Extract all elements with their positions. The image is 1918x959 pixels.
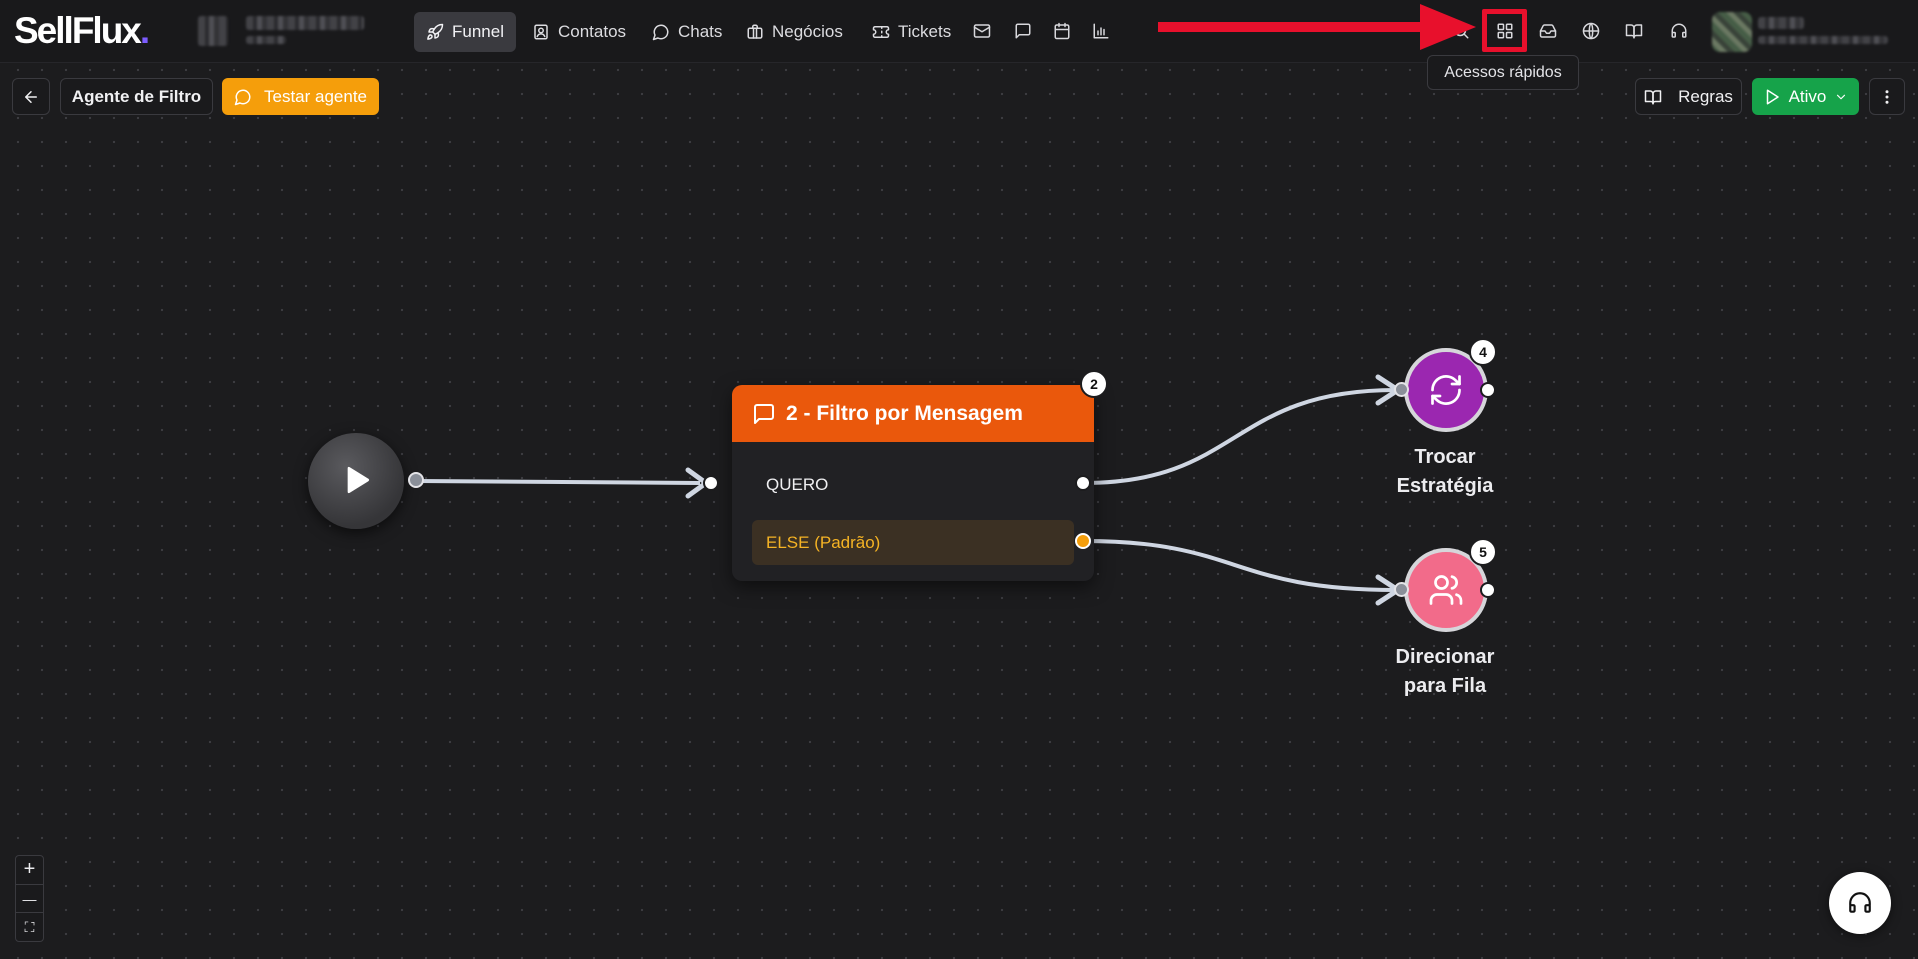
test-agent-label: Testar agente bbox=[263, 86, 367, 106]
change-strategy-label: Trocar Estratégia bbox=[1396, 446, 1494, 497]
route-to-queue-output-handle[interactable] bbox=[1480, 582, 1496, 598]
quero-output-handle[interactable] bbox=[1075, 475, 1091, 491]
globe-icon[interactable] bbox=[1578, 18, 1604, 44]
workspace-selector-blurred[interactable] bbox=[198, 16, 228, 46]
message-square-icon[interactable] bbox=[1010, 18, 1036, 44]
node-step-badge: 5 bbox=[1469, 538, 1497, 566]
filter-option-else[interactable]: ELSE (Padrão) bbox=[752, 520, 1074, 565]
filter-node-input-handle[interactable] bbox=[703, 475, 719, 491]
user-email-blurred bbox=[1758, 36, 1888, 44]
annotation-highlight-box bbox=[1482, 9, 1527, 52]
fit-view-button[interactable]: ⛶ bbox=[16, 913, 43, 941]
nav-chats[interactable]: Chats bbox=[640, 12, 734, 52]
support-chat-button[interactable] bbox=[1829, 872, 1891, 934]
node-step-badge: 2 bbox=[1080, 370, 1108, 398]
else-output-handle[interactable] bbox=[1075, 533, 1091, 549]
status-active-dropdown[interactable]: Ativo bbox=[1752, 78, 1859, 115]
agent-name-button[interactable]: Agente de Filtro bbox=[60, 78, 213, 115]
test-agent-button[interactable]: Testar agente bbox=[222, 78, 379, 115]
filter-node-title: 2 - Filtro por Mensagem bbox=[786, 401, 1023, 425]
zoom-in-button[interactable]: + bbox=[16, 856, 43, 885]
route-to-queue-label: Direcionar para Fila bbox=[1395, 646, 1495, 697]
inbox-icon[interactable] bbox=[1535, 18, 1561, 44]
edge-else-to-direcionar bbox=[1083, 539, 1397, 592]
more-vertical-icon bbox=[1885, 89, 1889, 104]
change-strategy-output-handle[interactable] bbox=[1480, 382, 1496, 398]
filter-option-label: QUERO bbox=[766, 474, 829, 494]
chat-bubble-icon bbox=[652, 24, 669, 41]
change-strategy-input-handle[interactable] bbox=[1394, 382, 1409, 397]
arrow-left-icon bbox=[25, 90, 37, 103]
book-open-icon[interactable] bbox=[1621, 18, 1647, 44]
users-icon bbox=[1429, 575, 1463, 605]
status-label: Ativo bbox=[1788, 86, 1827, 106]
calendar-icon[interactable] bbox=[1049, 18, 1075, 44]
workspace-name-blurred bbox=[246, 16, 364, 30]
workspace-sub-blurred bbox=[246, 36, 286, 44]
briefcase-icon bbox=[747, 24, 763, 39]
ticket-icon bbox=[872, 26, 890, 38]
nav-tickets-label: Tickets bbox=[898, 22, 952, 41]
play-icon bbox=[1766, 89, 1779, 104]
nav-tickets[interactable]: Tickets bbox=[860, 12, 963, 52]
zoom-out-button[interactable]: — bbox=[16, 885, 43, 914]
book-open-icon bbox=[1644, 89, 1662, 104]
bar-chart-icon[interactable] bbox=[1088, 18, 1114, 44]
node-step-badge: 4 bbox=[1469, 338, 1497, 366]
nav-funnel-label: Funnel bbox=[452, 22, 504, 41]
message-square-icon bbox=[754, 403, 774, 424]
play-icon bbox=[347, 466, 370, 494]
nav-contatos-label: Contatos bbox=[558, 22, 627, 41]
chevron-down-icon bbox=[1837, 94, 1846, 99]
agent-name-label: Agente de Filtro bbox=[71, 86, 202, 106]
edge-start-to-filter bbox=[416, 479, 701, 485]
nav-chats-label: Chats bbox=[678, 22, 723, 41]
filter-option-label: ELSE (Padrão) bbox=[766, 532, 881, 552]
headset-icon bbox=[1849, 892, 1871, 913]
route-to-queue-input-handle[interactable] bbox=[1394, 582, 1409, 597]
nav-negocios[interactable]: Negócios bbox=[734, 12, 855, 52]
filter-node-header: 2 - Filtro por Mensagem bbox=[732, 385, 1094, 442]
contact-card-icon bbox=[534, 24, 548, 40]
mail-icon[interactable] bbox=[969, 18, 995, 44]
annotation-arrow bbox=[1158, 4, 1476, 50]
more-options-button[interactable] bbox=[1869, 78, 1905, 115]
rocket-icon bbox=[427, 23, 444, 40]
nav-negocios-label: Negócios bbox=[772, 22, 843, 41]
sellflux-logo[interactable]: SellFlux. bbox=[14, 10, 150, 52]
start-node-output-handle[interactable] bbox=[408, 472, 424, 488]
edge-quero-to-trocar bbox=[1083, 388, 1397, 485]
back-button[interactable] bbox=[12, 78, 50, 115]
top-navbar: SellFlux. Funnel Contatos Chats Negócios… bbox=[0, 0, 1918, 63]
user-name-blurred bbox=[1758, 17, 1804, 29]
rules-label: Regras bbox=[1678, 86, 1733, 106]
user-avatar-blurred[interactable] bbox=[1712, 12, 1752, 52]
nav-funnel[interactable]: Funnel bbox=[414, 12, 516, 52]
filter-option-quero[interactable]: QUERO bbox=[752, 462, 1074, 507]
refresh-icon bbox=[1431, 375, 1461, 405]
quick-access-tooltip: Acessos rápidos bbox=[1427, 55, 1579, 90]
filter-by-message-node[interactable]: 2 - Filtro por Mensagem QUERO ELSE (Padr… bbox=[732, 385, 1094, 581]
headset-icon[interactable] bbox=[1666, 18, 1692, 44]
nav-contatos[interactable]: Contatos bbox=[520, 12, 638, 52]
rules-button[interactable]: Regras bbox=[1635, 78, 1742, 115]
chat-bubble-icon bbox=[234, 89, 251, 105]
zoom-controls: + — ⛶ bbox=[15, 855, 44, 942]
start-node[interactable] bbox=[308, 433, 404, 529]
